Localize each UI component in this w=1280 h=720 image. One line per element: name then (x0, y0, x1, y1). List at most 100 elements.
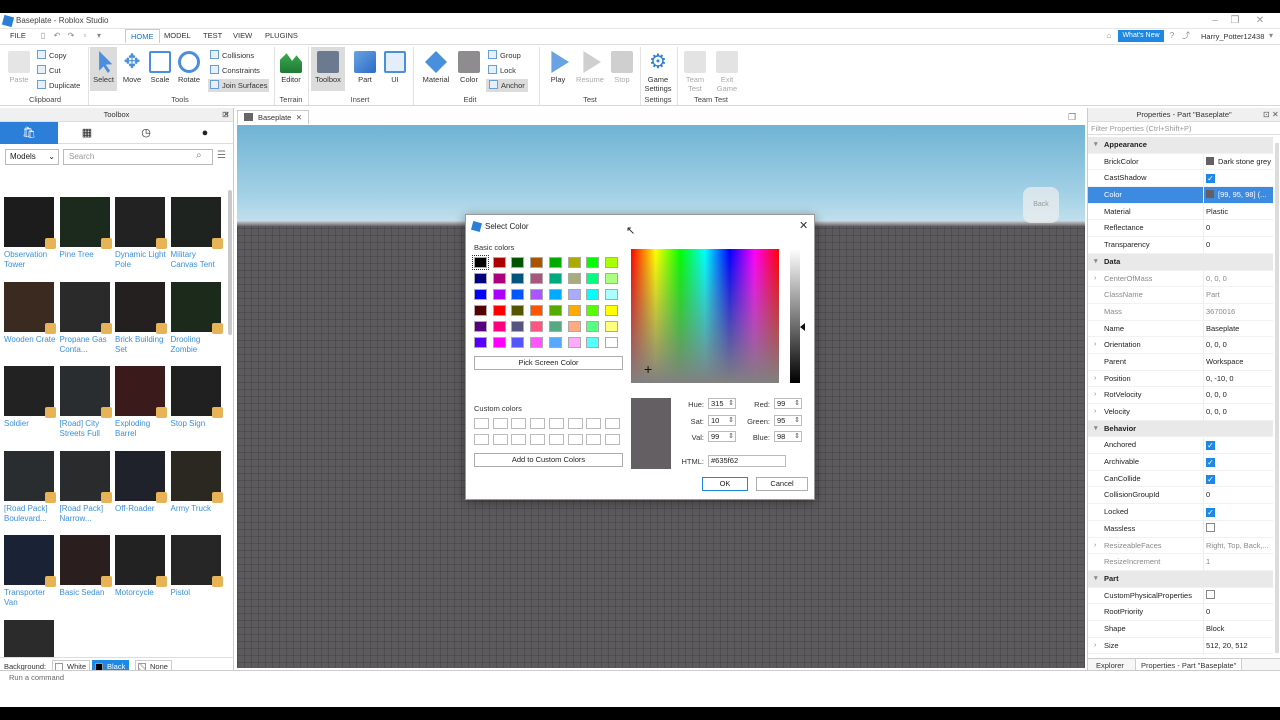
collapse-icon[interactable]: ▾ (1094, 421, 1098, 438)
search-icon[interactable]: ⌕ (196, 150, 202, 161)
basic-color-swatch[interactable] (492, 305, 506, 316)
select-button[interactable]: Select (90, 47, 117, 91)
property-row[interactable]: Reflectance 0 (1088, 220, 1273, 238)
pick-screen-color-button[interactable]: Pick Screen Color (474, 356, 623, 370)
red-spinbox[interactable]: 99 (774, 398, 802, 409)
basic-color-swatch[interactable] (511, 289, 525, 300)
custom-color-swatch[interactable] (604, 418, 620, 429)
close-tab-icon[interactable]: ✕ (296, 111, 302, 124)
close-panel-icon[interactable]: ✕ (223, 110, 230, 119)
properties-scrollbar[interactable] (1275, 143, 1279, 653)
toolbox-asset[interactable]: Off-Roader (115, 450, 169, 535)
property-checkbox[interactable] (1206, 174, 1215, 184)
basic-color-swatch[interactable] (604, 305, 618, 316)
maximize-icon[interactable]: ❐ (1225, 14, 1245, 28)
color-button[interactable]: Color (456, 51, 482, 84)
move-button[interactable]: ✥ Move (119, 51, 145, 84)
tab-plugins[interactable]: PLUGINS (260, 29, 303, 43)
basic-color-swatch[interactable] (548, 321, 562, 332)
toolbox-asset[interactable]: Observation Tower (4, 197, 58, 281)
property-value[interactable] (1203, 587, 1273, 605)
ok-button[interactable]: OK (702, 477, 748, 491)
custom-color-swatch[interactable] (548, 434, 564, 445)
share-icon[interactable]: ⤴ (1181, 31, 1191, 41)
value-slider[interactable] (790, 249, 800, 383)
property-value[interactable]: 3670016 (1203, 303, 1273, 321)
basic-color-swatch[interactable] (548, 273, 562, 284)
expand-icon[interactable]: › (1094, 638, 1096, 655)
basic-color-swatch[interactable] (567, 273, 581, 284)
basic-color-swatch[interactable] (530, 321, 544, 332)
custom-color-swatch[interactable] (511, 418, 527, 429)
property-row[interactable]: Material Plastic (1088, 203, 1273, 221)
basic-color-swatch[interactable] (586, 321, 600, 332)
basic-color-swatch[interactable] (604, 289, 618, 300)
custom-color-swatch[interactable] (530, 418, 546, 429)
exit-game-button[interactable]: Exit Game (713, 51, 741, 93)
anchor-button[interactable]: Anchor (486, 79, 528, 92)
property-row[interactable]: Mass 3670016 (1088, 303, 1273, 321)
play-button[interactable]: Play (545, 51, 571, 84)
property-value[interactable] (1203, 170, 1273, 188)
resume-button[interactable]: Resume (574, 51, 606, 84)
cut-button[interactable]: Cut (37, 64, 61, 77)
property-row[interactable]: Shape Block (1088, 620, 1273, 638)
toolbox-asset[interactable]: [Road Pack] Narrow... (59, 450, 114, 535)
property-row[interactable]: CollisionGroupId 0 (1088, 487, 1273, 505)
property-value[interactable]: 0, 0, 0 (1203, 404, 1273, 421)
property-row[interactable]: BrickColor Dark stone grey (1088, 153, 1273, 171)
property-value[interactable]: Workspace (1203, 353, 1273, 371)
expand-icon[interactable]: › (1094, 371, 1096, 388)
toolbox-scrollbar[interactable] (228, 190, 232, 335)
property-value[interactable]: Plastic (1203, 203, 1273, 221)
property-row[interactable]: CastShadow (1088, 170, 1273, 188)
custom-color-swatch[interactable] (511, 434, 527, 445)
basic-color-swatch[interactable] (474, 289, 487, 300)
basic-color-swatch[interactable] (567, 321, 581, 332)
game-settings-button[interactable]: ⚙ Game Settings (642, 51, 674, 93)
custom-color-swatch[interactable] (474, 418, 489, 429)
tab-file[interactable]: FILE (5, 29, 31, 43)
value-slider-arrow-icon[interactable] (800, 323, 805, 331)
lock-button[interactable]: Lock (488, 64, 516, 77)
toolbox-asset[interactable]: Motorcycle (115, 535, 169, 619)
property-value[interactable]: Part (1203, 287, 1273, 304)
basic-color-swatch[interactable] (604, 337, 618, 348)
property-row[interactable]: › Position 0, -10, 0 (1088, 370, 1273, 388)
property-value[interactable]: [99, 95, 98] (... (1203, 187, 1273, 204)
basic-color-swatch[interactable] (548, 305, 562, 316)
property-row[interactable]: Anchored (1088, 437, 1273, 455)
rotate-button[interactable]: Rotate (175, 51, 203, 84)
property-row[interactable]: Locked (1088, 504, 1273, 521)
basic-color-swatch[interactable] (586, 337, 600, 348)
inventory-grid-icon[interactable]: ▦ (58, 122, 116, 144)
custom-color-swatch[interactable] (567, 434, 583, 445)
basic-color-swatch[interactable] (511, 321, 525, 332)
basic-color-swatch[interactable] (474, 337, 487, 348)
help-icon[interactable]: ? (1167, 31, 1177, 41)
toolbox-asset[interactable]: Dynamic Light Pole (115, 197, 169, 281)
property-checkbox[interactable] (1206, 508, 1215, 518)
property-row[interactable]: CustomPhysicalProperties (1088, 587, 1273, 605)
sat-spinbox[interactable]: 10 (708, 415, 736, 426)
property-row[interactable]: CanCollide (1088, 470, 1273, 488)
toolbox-asset[interactable]: Transporter Van (4, 535, 58, 619)
basic-color-swatch[interactable] (511, 273, 525, 284)
copy-button[interactable]: Copy (37, 49, 67, 62)
property-row[interactable]: ResizeIncrement 1 (1088, 554, 1273, 571)
terrain-editor-button[interactable]: Editor (277, 51, 305, 84)
tab-home[interactable]: HOME (125, 29, 160, 43)
close-icon[interactable]: ✕ (1250, 14, 1270, 28)
toolbox-asset[interactable]: Pistol (170, 535, 225, 619)
basic-color-swatch[interactable] (530, 337, 544, 348)
basic-color-swatch[interactable] (548, 289, 562, 300)
property-value[interactable] (1203, 504, 1273, 521)
custom-color-swatch[interactable] (586, 434, 602, 445)
basic-color-swatch[interactable] (492, 289, 506, 300)
tab-model[interactable]: MODEL (159, 29, 196, 43)
property-value[interactable]: 0 (1203, 237, 1273, 254)
basic-color-swatch[interactable] (492, 273, 506, 284)
property-value[interactable]: 512, 20, 512 (1203, 637, 1273, 655)
close-icon[interactable]: ✕ (799, 219, 808, 232)
basic-color-swatch[interactable] (548, 337, 562, 348)
